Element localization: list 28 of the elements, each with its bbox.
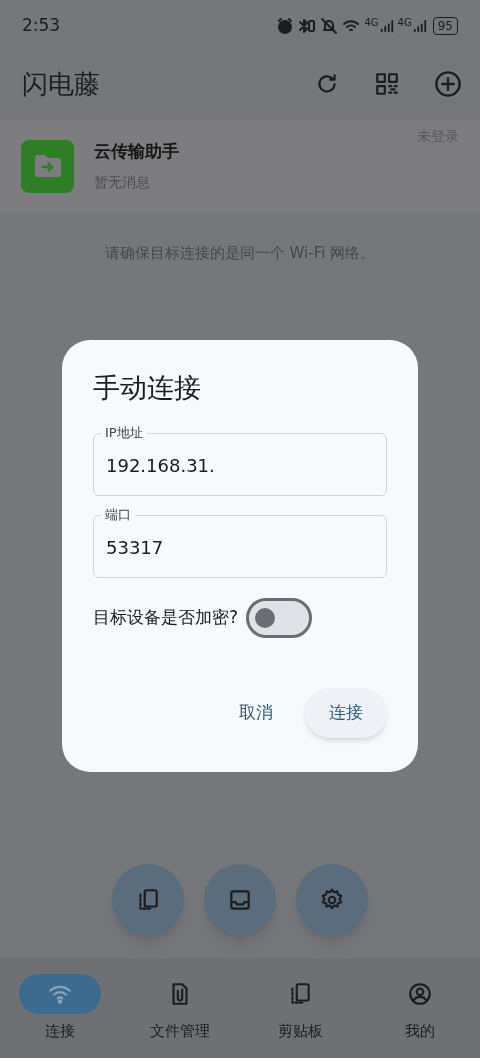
nav-tab[interactable]: 连接 xyxy=(10,974,110,1043)
network-type: 4G xyxy=(364,18,379,28)
network-type: 4G xyxy=(397,18,412,28)
field-label: IP地址 xyxy=(101,423,147,442)
field-value: 53317 xyxy=(106,536,164,560)
add-icon[interactable] xyxy=(434,70,462,98)
dialog-button[interactable]: 取消 xyxy=(219,687,293,738)
battery-indicator: 95 xyxy=(432,17,458,35)
status-time: 2:53 xyxy=(22,14,61,38)
dialog-button[interactable]: 连接 xyxy=(305,687,387,738)
inbox-icon xyxy=(227,887,253,913)
field-value: 192.168.31. xyxy=(106,454,215,478)
nav-tab[interactable]: 我的 xyxy=(370,974,470,1043)
nav-tab[interactable]: 文件管理 xyxy=(130,974,230,1043)
dialog-title: 手动连接 xyxy=(93,371,202,405)
signal-icon xyxy=(412,18,427,34)
folder-transfer-icon xyxy=(21,139,74,193)
signal-icon xyxy=(379,18,394,34)
app-title: 闪电藤 xyxy=(22,67,101,101)
muted-bell-icon xyxy=(320,17,339,35)
toggle-label: 目标设备是否加密? xyxy=(93,605,239,629)
device-name: 云传输助手 xyxy=(94,139,180,163)
qr-code-icon[interactable] xyxy=(374,71,400,97)
field-label: 端口 xyxy=(101,505,135,524)
alarm-icon xyxy=(276,17,295,35)
user-icon xyxy=(407,981,433,1007)
nav-tab[interactable]: 剪贴板 xyxy=(250,974,350,1043)
encryption-toggle[interactable] xyxy=(246,597,313,638)
